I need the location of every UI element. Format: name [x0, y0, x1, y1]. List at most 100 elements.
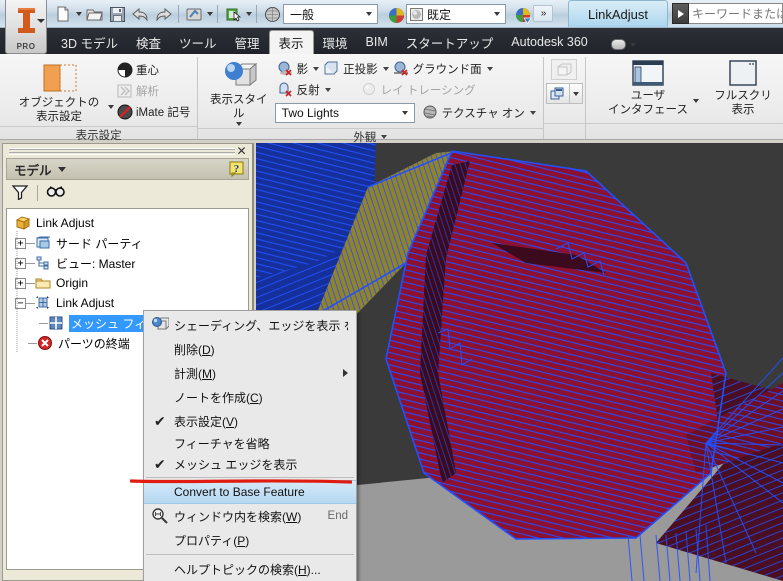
tab-inspect[interactable]: 検査	[127, 30, 170, 54]
find-icon[interactable]	[46, 184, 66, 203]
material-browser-icon[interactable]	[261, 3, 283, 25]
visual-style-button[interactable]: 表示スタイル	[203, 57, 275, 128]
menu-item-delete[interactable]: 削除(D)	[144, 337, 356, 361]
svg-text:?: ?	[234, 163, 240, 175]
repeat-shaded-edges-icon	[151, 316, 170, 333]
browser-close-button[interactable]: ✕	[235, 144, 248, 158]
search-go-icon[interactable]	[672, 3, 689, 24]
chevron-down-icon[interactable]	[57, 166, 66, 172]
texture-on-button[interactable]: テクスチャ オン	[420, 102, 538, 123]
qat-separator	[178, 5, 179, 23]
ground-plane-button[interactable]: グラウンド面	[391, 58, 495, 79]
tree-node-origin[interactable]: + Origin	[11, 273, 248, 293]
redo-icon[interactable]	[152, 3, 174, 25]
menu-item-create-note[interactable]: ノートを作成(C)	[144, 385, 356, 409]
ribbon-minimize-caret-icon[interactable]	[629, 42, 636, 47]
tab-3d-model[interactable]: 3D モデル	[52, 30, 127, 54]
help-icon[interactable]: ?	[229, 161, 245, 178]
full-screen-button[interactable]: フルスクリ 表示	[708, 57, 778, 119]
tab-label: Autodesk 360	[511, 35, 588, 49]
material-combo[interactable]: 一般	[283, 4, 378, 24]
browser-header[interactable]: モデル ?	[6, 158, 249, 180]
menu-item-measure[interactable]: 計測(M)	[144, 361, 356, 385]
update-icon[interactable]	[183, 3, 205, 25]
shadows-dropdown-icon[interactable]	[313, 66, 320, 71]
menu-item-convert-to-base-feature[interactable]: Convert to Base Feature	[144, 480, 356, 504]
menu-item-find-in-window[interactable]: ウィンドウ内を検索(W) End	[144, 504, 356, 528]
ribbon-minimize-icon[interactable]	[610, 39, 626, 50]
tab-bim[interactable]: BIM	[357, 30, 397, 54]
tree-connector	[28, 342, 37, 344]
visual-style-dropdown-icon[interactable]	[235, 122, 242, 126]
tab-environments[interactable]: 環境	[314, 30, 357, 54]
qat-overflow-button[interactable]: »	[533, 5, 553, 22]
tab-tools[interactable]: ツール	[170, 30, 226, 54]
tree-node-label: Origin	[56, 276, 89, 290]
tile-windows-dropdown[interactable]	[569, 83, 583, 104]
user-interface-dropdown-icon[interactable]	[693, 99, 700, 103]
new-file-icon[interactable]	[52, 3, 74, 25]
tab-autodesk-360[interactable]: Autodesk 360	[502, 30, 596, 54]
menu-item-suppress-feature[interactable]: フィーチャを省略	[144, 433, 356, 454]
browser-toolbar	[3, 180, 252, 206]
tab-get-started[interactable]: スタートアップ	[397, 30, 503, 54]
shadows-button[interactable]: 影	[275, 58, 322, 79]
user-interface-button[interactable]: ユーザ インタフェース	[600, 57, 700, 119]
tree-node-third-party[interactable]: + サード パーティ	[11, 233, 248, 253]
tab-label: ツール	[178, 36, 217, 51]
object-visibility-button[interactable]: オブジェクトの 表示設定	[5, 57, 114, 126]
ribbon-display-options[interactable]	[610, 39, 636, 54]
menu-item-show-mesh-edges[interactable]: ✔ メッシュ エッジを表示	[144, 454, 356, 475]
menu-item-how-to[interactable]: ヘルプトピックの検索(H)...	[144, 557, 356, 581]
imate-glyph-icon	[117, 104, 133, 119]
material-swatch-icon[interactable]	[385, 4, 407, 26]
tab-label: 環境	[322, 36, 348, 51]
select-icon[interactable]	[222, 3, 244, 25]
lighting-style-combo[interactable]: Two Lights	[274, 102, 415, 123]
orthographic-dropdown-icon[interactable]	[382, 66, 389, 71]
ground-plane-dropdown-icon[interactable]	[486, 66, 493, 71]
undo-icon[interactable]	[129, 3, 151, 25]
context-menu[interactable]: シェーディング、エッジを表示 を繰り返し(R) 削除(D) 計測(M) ノートを…	[143, 310, 357, 581]
browser-grip[interactable]: ✕	[3, 144, 252, 158]
checkmark-icon: ✔	[154, 413, 166, 429]
tab-manage[interactable]: 管理	[225, 30, 268, 54]
tree-connector	[26, 302, 35, 304]
texture-on-dropdown-icon[interactable]	[529, 110, 536, 115]
checkmark-icon: ✔	[154, 456, 166, 472]
menu-item-label: 表示設定(V)	[174, 414, 239, 429]
update-dropdown-icon[interactable]	[207, 12, 213, 16]
object-visibility-dropdown-icon[interactable]	[108, 105, 114, 109]
tree-node-link-adjust-root[interactable]: Link Adjust	[11, 213, 248, 233]
save-icon[interactable]	[106, 3, 128, 25]
imate-glyph-button[interactable]: iMate 記号	[115, 101, 192, 122]
appearance-browser-icon[interactable]	[512, 4, 534, 26]
orthographic-button[interactable]: 正投影	[321, 58, 391, 79]
center-of-gravity-button[interactable]: 重心	[115, 59, 192, 80]
appearance-panel-caret-icon[interactable]	[381, 135, 388, 139]
reflections-dropdown-icon[interactable]	[324, 87, 331, 92]
tab-view[interactable]: 表示	[268, 30, 314, 54]
ground-plane-label: グラウンド面	[412, 63, 482, 76]
search-input[interactable]	[689, 3, 783, 24]
application-menu-button[interactable]: PRO	[5, 0, 47, 54]
open-file-icon[interactable]	[83, 3, 105, 25]
full-screen-label-2: 表示	[731, 104, 755, 116]
qat-separator-3	[256, 5, 257, 23]
select-dropdown-icon[interactable]	[246, 12, 252, 16]
tile-windows-button[interactable]	[545, 83, 570, 104]
filter-icon[interactable]	[11, 184, 29, 203]
appearance-combo-caret-icon[interactable]	[489, 5, 503, 23]
menu-item-repeat-shaded-edges[interactable]: シェーディング、エッジを表示 を繰り返し(R)	[144, 313, 356, 337]
tree-node-label: サード パーティ	[56, 236, 143, 251]
material-combo-caret-icon[interactable]	[361, 5, 375, 23]
document-tab-linkadjust[interactable]: LinkAdjust	[568, 0, 668, 27]
menu-item-visibility[interactable]: ✔ 表示設定(V)	[144, 409, 356, 433]
lighting-style-caret-icon[interactable]	[398, 104, 412, 122]
new-file-dropdown-icon[interactable]	[76, 12, 82, 16]
ribbon-panel-windows-title	[543, 123, 586, 140]
reflections-button[interactable]: 反射	[275, 79, 333, 100]
appearance-combo[interactable]: 既定	[406, 4, 506, 24]
tree-node-view-master[interactable]: + ビュー: Master	[11, 253, 248, 273]
menu-item-properties[interactable]: プロパティ(P)	[144, 528, 356, 552]
